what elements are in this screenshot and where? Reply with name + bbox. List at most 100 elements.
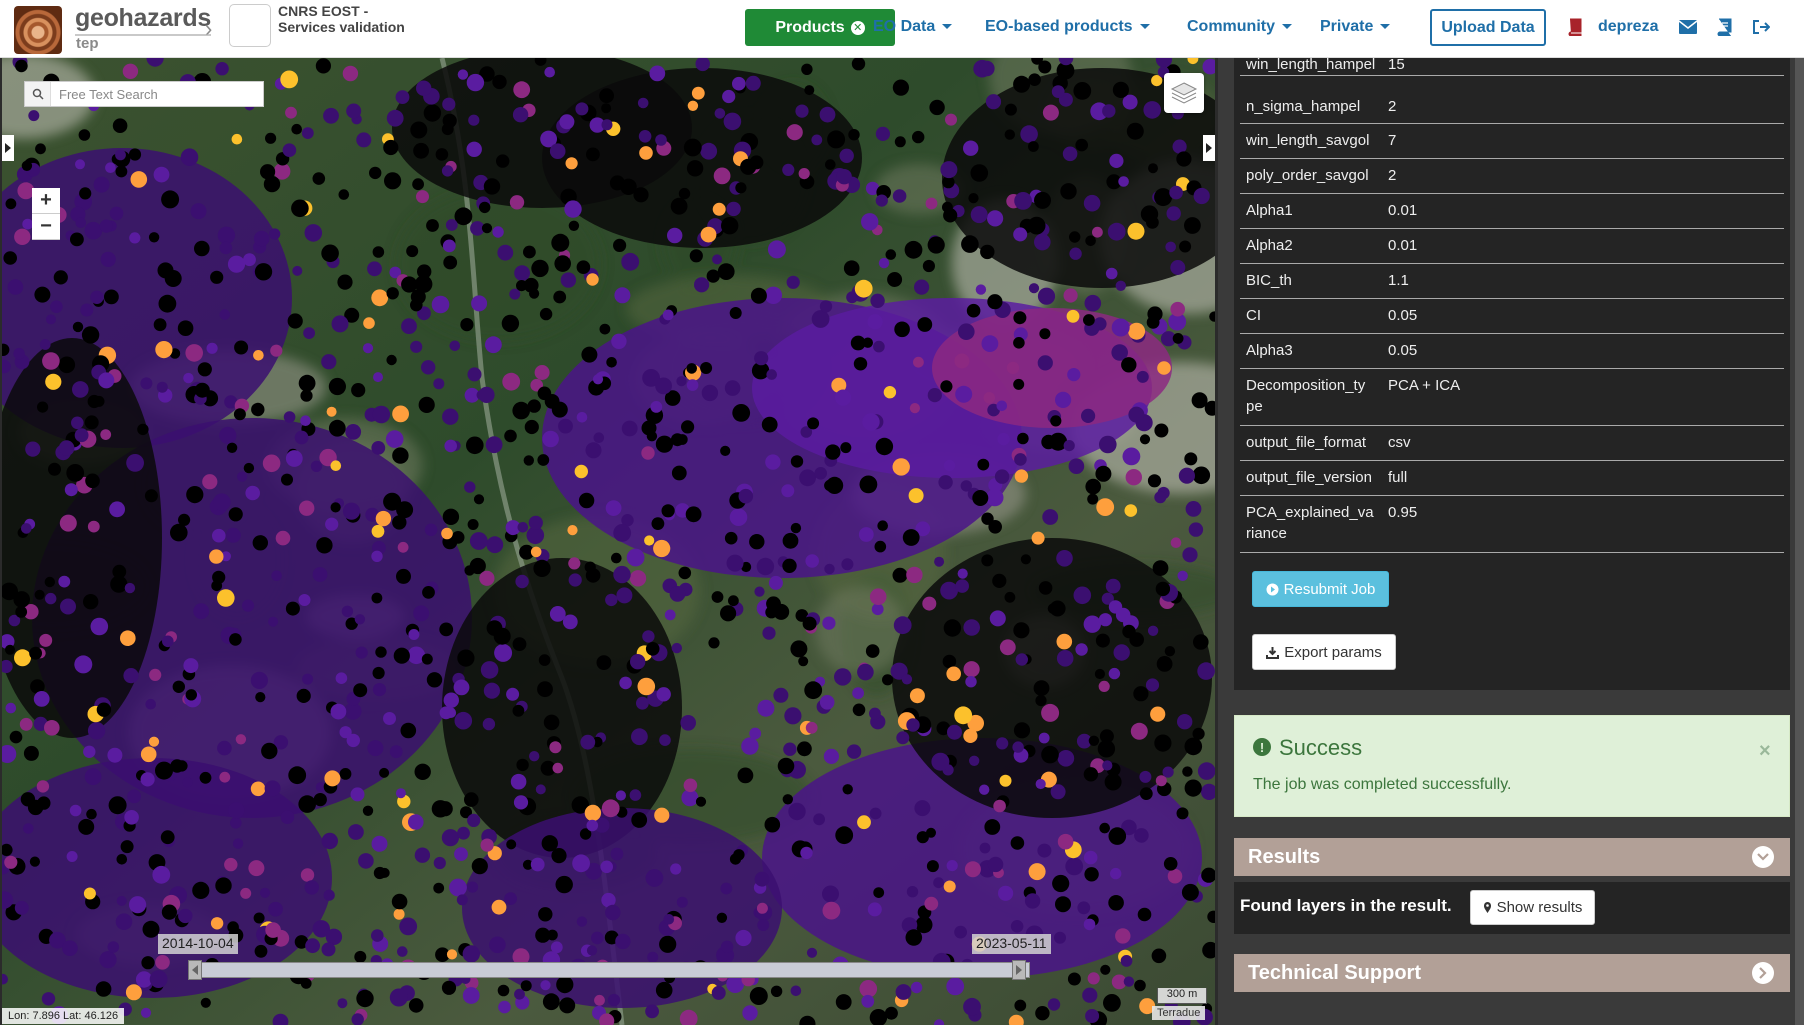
nav-eo-data[interactable]: EO Data xyxy=(873,18,953,36)
time-slider-start-handle[interactable] xyxy=(188,960,202,980)
measurement-point xyxy=(782,163,795,176)
param-row: Alpha3 0.05 xyxy=(1240,334,1784,369)
measurement-point xyxy=(551,401,568,418)
book-icon[interactable] xyxy=(1564,16,1586,38)
measurement-point xyxy=(1057,833,1074,850)
community-thumbnail[interactable] xyxy=(229,4,271,47)
measurement-point xyxy=(999,639,1016,656)
logout-icon[interactable] xyxy=(1750,16,1772,38)
nav-community[interactable]: Community xyxy=(1187,18,1292,36)
results-header[interactable]: Results xyxy=(1234,838,1790,876)
time-slider-track[interactable] xyxy=(190,962,1030,978)
measurement-point xyxy=(726,201,741,217)
left-panel-toggle[interactable] xyxy=(2,135,14,161)
measurement-point xyxy=(1081,408,1096,423)
param-value: 2 xyxy=(1388,167,1397,184)
technical-support-header[interactable]: Technical Support xyxy=(1234,954,1790,992)
measurement-point xyxy=(23,823,34,834)
measurement-point xyxy=(456,894,468,906)
map-attribution[interactable]: Terradue xyxy=(1152,1006,1206,1020)
measurement-point xyxy=(228,802,245,819)
measurement-point xyxy=(486,536,504,554)
measurement-point xyxy=(819,106,836,123)
chevron-down-icon[interactable] xyxy=(1752,846,1774,868)
show-results-button[interactable]: Show results xyxy=(1470,890,1595,925)
measurement-point xyxy=(1102,760,1113,771)
measurement-point xyxy=(859,475,878,494)
measurement-point xyxy=(576,412,588,423)
measurement-point xyxy=(927,388,942,403)
measurement-point xyxy=(383,712,396,725)
measurement-point xyxy=(285,601,300,616)
close-icon[interactable]: × xyxy=(1759,740,1771,763)
measurement-point xyxy=(66,851,78,862)
measurement-point xyxy=(5,702,17,714)
measurement-point xyxy=(909,688,925,704)
brand-name[interactable]: geohazards xyxy=(75,4,211,36)
measurement-point xyxy=(229,633,242,646)
resubmit-label: Resubmit Job xyxy=(1283,580,1376,598)
measurement-point xyxy=(1123,976,1135,987)
zoom-out-button[interactable]: − xyxy=(32,214,60,240)
measurement-point xyxy=(237,471,248,482)
measurement-point xyxy=(155,761,173,780)
zoom-in-button[interactable]: + xyxy=(32,188,60,214)
map-view[interactable]: + − 2014-10-04 2023-05-11 Lon: 7.896 Lat… xyxy=(2,58,1215,1025)
measurement-point xyxy=(1075,138,1088,152)
user-menu[interactable]: depreza xyxy=(1598,18,1658,36)
measurement-point xyxy=(894,136,906,148)
measurement-point xyxy=(805,721,818,734)
right-panel-toggle[interactable] xyxy=(1203,135,1215,161)
mail-icon[interactable] xyxy=(1677,16,1699,38)
measurement-point xyxy=(757,919,770,931)
measurement-point xyxy=(84,768,102,786)
measurement-point xyxy=(523,245,536,259)
search-input[interactable] xyxy=(51,82,261,106)
measurement-point xyxy=(120,630,136,646)
panel-scrollbar[interactable] xyxy=(1795,58,1804,1025)
measurement-point xyxy=(1176,151,1192,167)
measurement-point xyxy=(441,527,453,540)
close-circle-icon[interactable]: ✕ xyxy=(850,20,865,35)
measurement-point xyxy=(945,113,957,126)
nav-eo-products[interactable]: EO-based products xyxy=(985,18,1150,36)
measurement-point xyxy=(906,886,919,898)
export-params-button[interactable]: Export params xyxy=(1252,634,1396,670)
measurement-point xyxy=(412,178,424,191)
measurement-point xyxy=(506,839,517,850)
measurement-point xyxy=(467,813,481,828)
measurement-point xyxy=(655,377,672,395)
geohazards-logo[interactable] xyxy=(14,6,62,54)
search-box[interactable] xyxy=(24,81,264,107)
upload-data-button[interactable]: Upload Data xyxy=(1430,9,1546,46)
measurement-point xyxy=(892,567,908,583)
measurement-point xyxy=(129,896,147,914)
technical-support-title: Technical Support xyxy=(1248,962,1421,984)
measurement-point xyxy=(946,860,958,872)
nav-private[interactable]: Private xyxy=(1320,18,1391,36)
measurement-point xyxy=(251,402,265,417)
time-slider-end-handle[interactable] xyxy=(1012,960,1026,980)
measurement-point xyxy=(717,263,735,280)
search-icon[interactable] xyxy=(25,82,51,106)
measurement-point xyxy=(253,912,265,924)
measurement-point xyxy=(108,796,127,815)
breadcrumb-title[interactable]: CNRS EOST - Services validation xyxy=(278,3,405,35)
measurement-point xyxy=(410,121,428,139)
docs-icon[interactable] xyxy=(1713,16,1735,38)
layers-button[interactable] xyxy=(1164,73,1204,113)
measurement-point xyxy=(867,314,883,330)
measurement-point xyxy=(1028,283,1040,294)
measurement-point xyxy=(896,731,910,745)
measurement-point xyxy=(564,200,582,218)
measurement-point xyxy=(706,269,720,283)
measurement-point xyxy=(48,462,61,476)
measurement-point xyxy=(811,134,823,146)
measurement-point xyxy=(337,274,353,290)
map-canvas[interactable] xyxy=(2,58,1215,1025)
measurement-point xyxy=(13,347,25,360)
measurement-point xyxy=(524,419,539,435)
resubmit-job-button[interactable]: Resubmit Job xyxy=(1252,571,1389,607)
chevron-right-icon[interactable] xyxy=(1752,962,1774,984)
measurement-point xyxy=(241,599,255,612)
